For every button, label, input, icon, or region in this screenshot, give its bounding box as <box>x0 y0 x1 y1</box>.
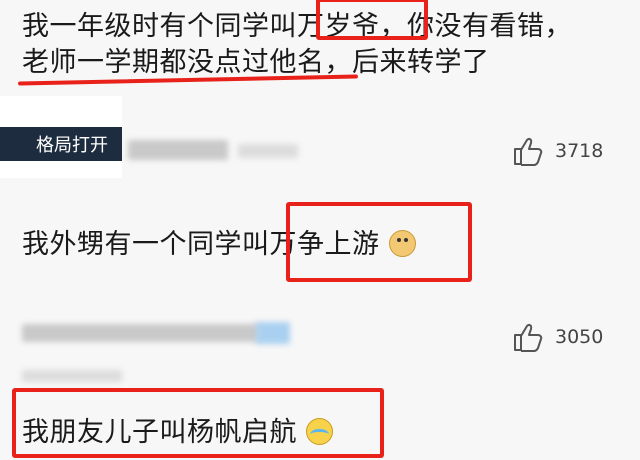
blurred-username <box>128 140 228 160</box>
badge-label: 格局打开 <box>0 127 122 161</box>
blurred-meta <box>238 144 298 158</box>
blurred-username-3 <box>22 324 260 342</box>
thumbs-up-icon <box>514 138 543 166</box>
like-button-2[interactable]: 3718 <box>513 136 603 166</box>
thumbs-up-icon <box>514 324 543 352</box>
highlight-box-wanzhengshangyou <box>286 202 472 282</box>
like-count-2: 3718 <box>555 140 604 162</box>
comment-1-line-2: 老师一学期都没点过他名，后来转学了 <box>22 40 490 79</box>
highlight-box-wansuiye <box>316 0 428 40</box>
like-button-3[interactable]: 3050 <box>513 322 603 352</box>
comment-1-text-a: 我一年级时有个同学叫 <box>22 11 297 42</box>
comment-1-text-d: 老师一学期都没点过他名 <box>22 47 325 78</box>
like-count-3: 3050 <box>555 326 604 348</box>
blurred-meta-3 <box>22 370 122 382</box>
comment-1-line-1: 我一年级时有个同学叫万岁爷，你没有看错， <box>22 4 572 43</box>
highlight-box-yangfanqihang <box>12 388 384 458</box>
comment-1-text-e: ，后来转学了 <box>324 47 490 78</box>
user-badge: 格局打开 <box>0 96 122 178</box>
blurred-icon-3 <box>256 322 290 344</box>
comment-2-text-a: 我外甥有一个同学叫 <box>22 229 270 260</box>
